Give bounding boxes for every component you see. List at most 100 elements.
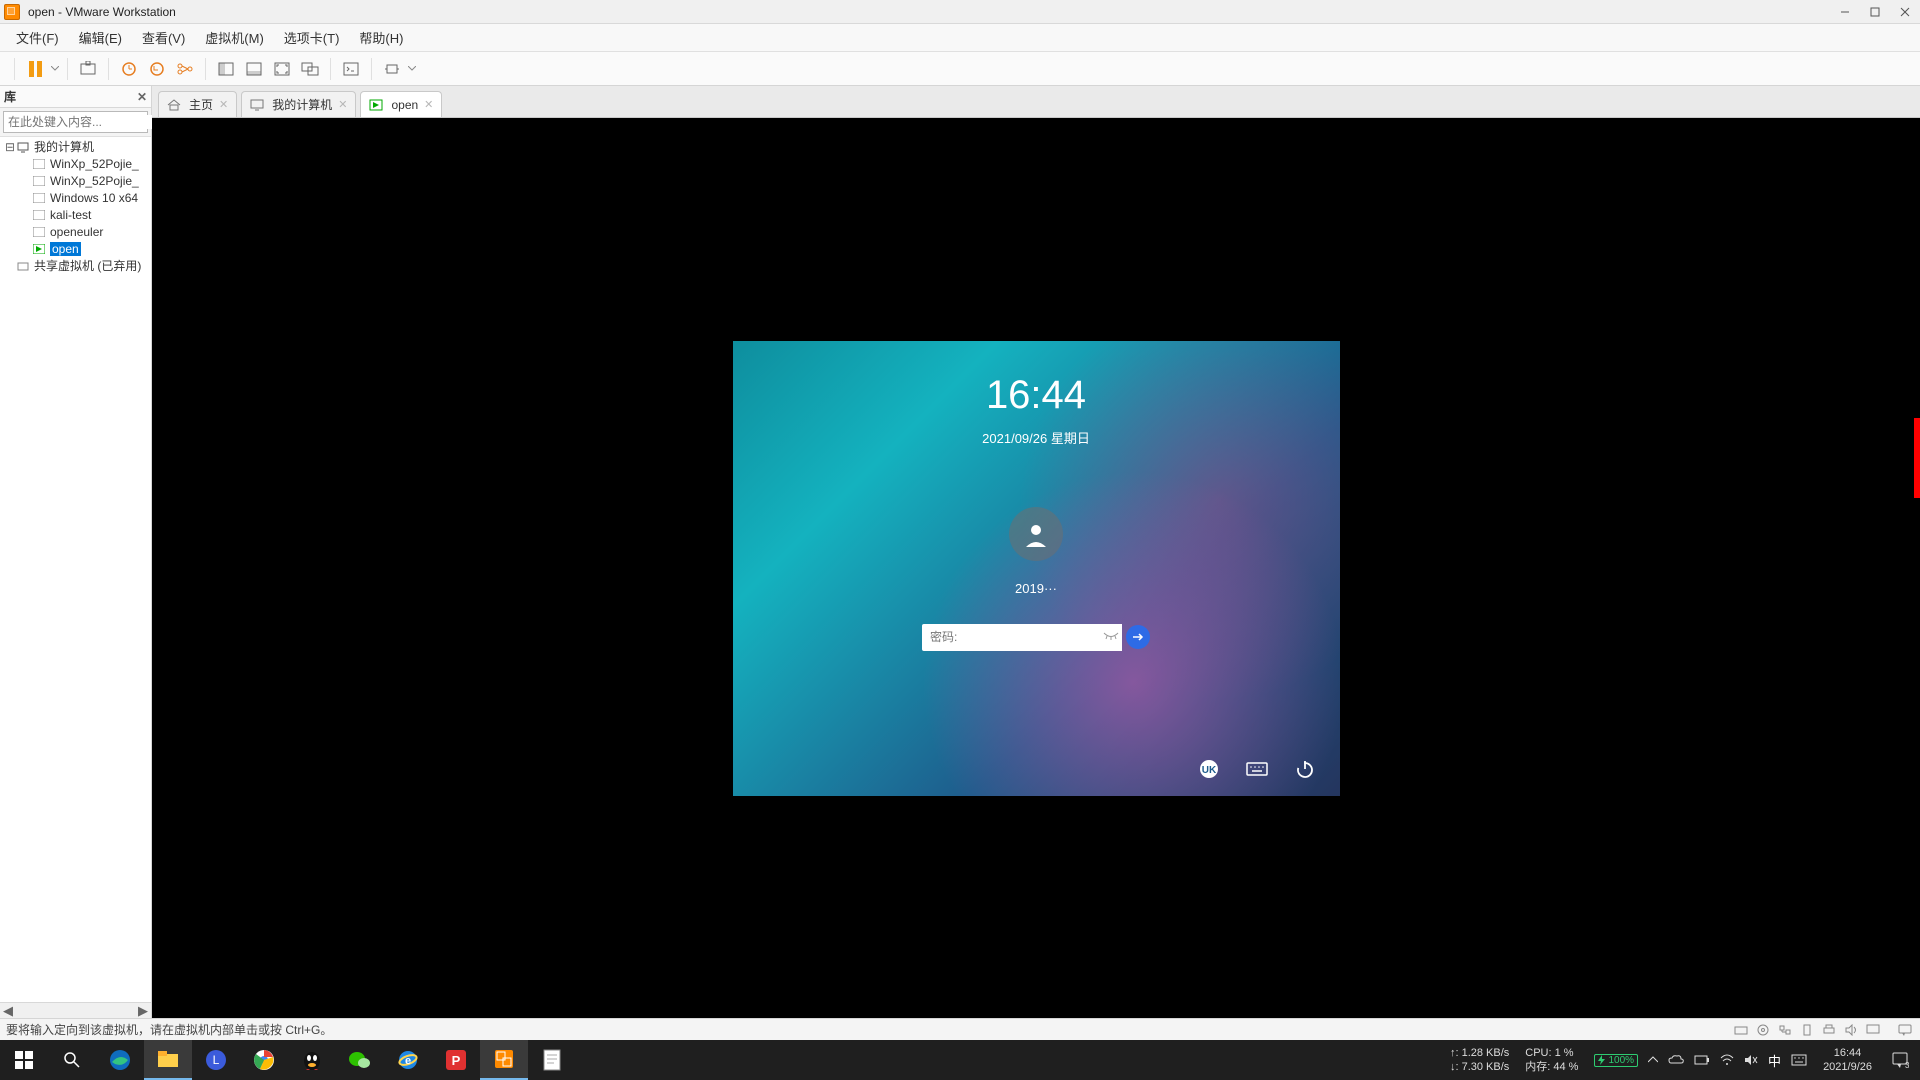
home-icon [167,99,181,111]
library-hscroll[interactable]: ◀ ▶ [0,1002,151,1018]
device-printer-icon[interactable] [1820,1022,1838,1038]
device-network-icon[interactable] [1776,1022,1794,1038]
monitor-icon [250,99,264,111]
clock-date: 2021/9/26 [1823,1060,1872,1074]
tree-root-mycomputer[interactable]: ⊟ 我的计算机 [0,138,151,155]
tab-close-icon[interactable]: ✕ [424,98,433,111]
tab-close-icon[interactable]: ✕ [219,98,228,111]
battery-indicator[interactable]: 100% [1594,1054,1638,1067]
start-button[interactable] [0,1040,48,1080]
statusbar-messages-icon[interactable] [1896,1022,1914,1038]
device-disk-icon[interactable] [1732,1022,1750,1038]
cpu-usage: CPU: 1 % [1525,1046,1578,1060]
tray-volume-icon[interactable] [1744,1054,1758,1066]
snapshot-take-icon[interactable] [116,56,142,82]
tray-clock[interactable]: 16:44 2021/9/26 [1815,1046,1880,1074]
library-search[interactable]: ▼ [3,111,148,133]
tree-vm-3[interactable]: kali-test [0,206,151,223]
view-console-icon[interactable] [213,56,239,82]
guest-login-screen: 16:44 2021/09/26 星期日 2019··· UK [733,341,1340,796]
menu-tabs[interactable]: 选项卡(T) [274,24,350,51]
menu-help[interactable]: 帮助(H) [349,24,413,51]
tree-vm-1[interactable]: WinXp_52Pojie_ [0,172,151,189]
view-fullscreen-icon[interactable] [269,56,295,82]
library-search-input[interactable] [8,115,163,129]
window-title: open - VMware Workstation [28,5,176,19]
power-icon[interactable] [1294,758,1316,780]
menu-file[interactable]: 文件(F) [6,24,69,51]
taskbar-edge-icon[interactable] [96,1040,144,1080]
net-up: ↑: 1.28 KB/s [1450,1046,1509,1060]
window-close-button[interactable] [1890,1,1920,23]
taskbar-wechat-icon[interactable] [336,1040,384,1080]
vm-running-tab-icon [369,99,383,111]
tab-mycomputer[interactable]: 我的计算机 ✕ [241,91,356,117]
onscreen-keyboard-icon[interactable] [1246,758,1268,780]
taskbar-app-blue-icon[interactable]: L [192,1040,240,1080]
device-usb-icon[interactable] [1798,1022,1816,1038]
tab-open[interactable]: open ✕ [360,91,442,117]
tray-wifi-icon[interactable] [1720,1054,1734,1066]
login-submit-button[interactable] [1126,625,1150,649]
tray-power-icon[interactable] [1694,1055,1710,1065]
scroll-right-icon[interactable]: ▶ [135,1003,151,1019]
window-restore-button[interactable] [1860,1,1890,23]
accessibility-icon[interactable]: UK [1198,758,1220,780]
tree-shared-vms[interactable]: 共享虚拟机 (已弃用) [0,257,151,274]
red-indicator [1914,418,1920,498]
send-ctrlaltdel-button[interactable] [75,56,101,82]
snapshot-revert-icon[interactable] [144,56,170,82]
snapshot-manager-icon[interactable] [172,56,198,82]
taskbar-chrome-icon[interactable] [240,1040,288,1080]
taskbar-notepad-icon[interactable] [528,1040,576,1080]
view-single-icon[interactable] [241,56,267,82]
tree-vm-4[interactable]: openeuler [0,223,151,240]
login-clock: 16:44 [986,373,1086,418]
device-sound-icon[interactable] [1842,1022,1860,1038]
scroll-left-icon[interactable]: ◀ [0,1003,16,1019]
view-unity-icon[interactable] [297,56,323,82]
device-display-icon[interactable] [1864,1022,1882,1038]
tray-ime-lang[interactable]: 中 [1768,1051,1781,1070]
vm-running-icon [32,242,46,256]
login-username: 2019··· [1015,581,1057,596]
action-center-icon[interactable]: 3 [1880,1040,1920,1080]
tab-close-icon[interactable]: ✕ [338,98,347,111]
taskbar-search-icon[interactable] [48,1040,96,1080]
vm-display-area[interactable]: 16:44 2021/09/26 星期日 2019··· UK [152,118,1920,1018]
library-title: 库 [4,88,16,105]
pause-dropdown[interactable] [49,66,61,72]
tree-vm-open[interactable]: open [0,240,151,257]
open-console-icon[interactable] [338,56,364,82]
vm-icon [32,191,46,205]
menu-view[interactable]: 查看(V) [132,24,195,51]
tray-onedrive-icon[interactable] [1668,1054,1684,1066]
vm-pause-button[interactable] [22,56,48,82]
show-password-icon[interactable] [1100,624,1122,651]
tree-vm-2[interactable]: Windows 10 x64 [0,189,151,206]
taskbar-vmware-icon[interactable] [480,1040,528,1080]
menu-bar: 文件(F) 编辑(E) 查看(V) 虚拟机(M) 选项卡(T) 帮助(H) [0,24,1920,52]
login-date: 2021/09/26 星期日 [982,428,1090,447]
tray-expand-icon[interactable] [1648,1055,1658,1065]
library-close-button[interactable]: ✕ [137,90,147,104]
window-minimize-button[interactable] [1830,1,1860,23]
taskbar-explorer-icon[interactable] [144,1040,192,1080]
tray-ime-keyboard-icon[interactable] [1791,1054,1807,1066]
net-down: ↓: 7.30 KB/s [1450,1060,1509,1074]
taskbar-qq-icon[interactable] [288,1040,336,1080]
stretch-dropdown[interactable] [406,66,418,72]
login-password-input[interactable] [922,624,1100,651]
menu-edit[interactable]: 编辑(E) [69,24,132,51]
tab-home[interactable]: 主页 ✕ [158,91,237,117]
tree-vm-0[interactable]: WinXp_52Pojie_ [0,155,151,172]
library-tree: ⊟ 我的计算机 WinXp_52Pojie_ WinXp_52Pojie_ Wi… [0,137,151,1002]
stretch-guest-icon[interactable] [379,56,405,82]
taskbar-red-app-icon[interactable]: P [432,1040,480,1080]
collapse-icon[interactable]: ⊟ [4,140,16,154]
taskbar-ie-icon[interactable]: e [384,1040,432,1080]
device-cd-icon[interactable] [1754,1022,1772,1038]
user-avatar-icon[interactable] [1009,507,1063,561]
tab-open-label: open [391,98,418,112]
menu-vm[interactable]: 虚拟机(M) [195,24,274,51]
